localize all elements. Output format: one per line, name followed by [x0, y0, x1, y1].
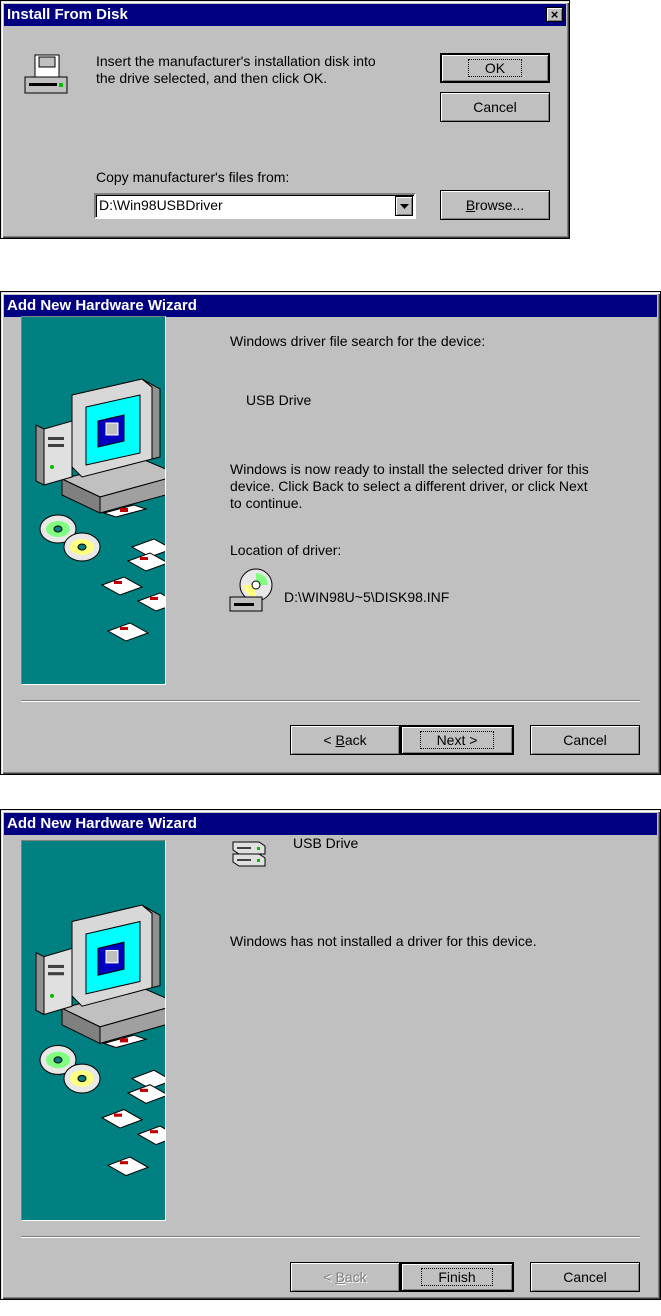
instruction-line-1: Insert the manufacturer's installation d…	[96, 53, 376, 69]
status-text: Windows has not installed a driver for t…	[230, 933, 537, 949]
ok-button[interactable]: OK	[440, 53, 550, 83]
separator	[21, 700, 640, 702]
title-bar[interactable]: Install From Disk ×	[4, 4, 566, 26]
wizard-title: Add New Hardware Wizard	[7, 297, 197, 314]
device-name: USB Drive	[293, 835, 359, 851]
drive-icon	[232, 841, 266, 867]
back-button[interactable]: < Back	[290, 1262, 400, 1292]
add-hardware-wizard-step: Add New Hardware Wizard Windows driver f…	[0, 291, 661, 775]
wizard-title: Add New Hardware Wizard	[7, 815, 197, 832]
back-button-label[interactable]: < Back	[323, 1269, 366, 1285]
search-label: Windows driver file search for the devic…	[230, 333, 486, 349]
copy-from-label: Copy manufacturer's files from:	[96, 169, 290, 185]
browse-accelerator[interactable]: B	[466, 197, 475, 213]
ready-line-1: Windows is now ready to install the sele…	[230, 461, 589, 477]
device-name: USB Drive	[246, 392, 312, 408]
computer-illustration	[22, 841, 165, 1220]
wizard-illustration-frame	[21, 316, 166, 685]
chevron-down-icon[interactable]	[399, 203, 409, 209]
finish-button[interactable]: Finish	[400, 1262, 514, 1292]
cd-drive-icon	[229, 568, 273, 612]
back-button[interactable]: < Back	[290, 725, 400, 755]
driver-path: D:\WIN98U~5\DISK98.INF	[284, 589, 450, 605]
computer-illustration	[22, 317, 165, 684]
floppy-drive-icon	[24, 54, 68, 94]
browse-label-rest[interactable]: rowse...	[475, 197, 524, 213]
browse-button[interactable]: Browse...	[440, 190, 550, 220]
cancel-button-label[interactable]: Cancel	[473, 99, 517, 115]
path-value[interactable]: D:\Win98USBDriver	[99, 197, 223, 213]
close-button[interactable]: ×	[546, 7, 563, 22]
ok-button-label[interactable]: OK	[467, 59, 523, 77]
next-button[interactable]: Next >	[400, 725, 514, 755]
wizard-title-bar[interactable]: Add New Hardware Wizard	[4, 813, 657, 835]
location-label: Location of driver:	[230, 542, 342, 558]
back-prefix[interactable]: <	[323, 1269, 335, 1285]
cancel-button[interactable]: Cancel	[440, 92, 550, 122]
cancel-button[interactable]: Cancel	[530, 725, 640, 755]
instruction-line-2: the drive selected, and then click OK.	[96, 70, 328, 86]
dialog-title: Install From Disk	[7, 6, 128, 23]
dropdown-button[interactable]	[395, 196, 413, 216]
cancel-button-label[interactable]: Cancel	[563, 1269, 607, 1285]
close-icon[interactable]: ×	[551, 7, 559, 22]
back-accelerator[interactable]: B	[335, 1269, 344, 1285]
cancel-button[interactable]: Cancel	[530, 1262, 640, 1292]
back-button-label[interactable]: < Back	[323, 732, 366, 748]
cancel-button-label[interactable]: Cancel	[563, 732, 607, 748]
back-accelerator[interactable]: B	[335, 732, 344, 748]
install-from-disk-dialog: Install From Disk × Insert the manufactu…	[0, 0, 570, 239]
wizard-title-bar[interactable]: Add New Hardware Wizard	[4, 295, 657, 317]
back-prefix[interactable]: <	[323, 732, 335, 748]
add-hardware-wizard-finish: Add New Hardware Wizard USB Drive Window…	[0, 809, 661, 1300]
separator	[21, 1236, 640, 1238]
wizard-illustration-frame	[21, 840, 166, 1221]
back-label-rest[interactable]: ack	[345, 732, 367, 748]
ready-line-2: device. Click Back to select a different…	[230, 478, 588, 494]
ready-line-3: to continue.	[230, 495, 303, 511]
next-button-label[interactable]: Next >	[419, 731, 495, 749]
finish-button-label[interactable]: Finish	[421, 1268, 493, 1286]
browse-button-label[interactable]: Browse...	[466, 197, 524, 213]
path-combobox[interactable]: D:\Win98USBDriver	[94, 193, 416, 219]
back-label-rest[interactable]: ack	[345, 1269, 367, 1285]
